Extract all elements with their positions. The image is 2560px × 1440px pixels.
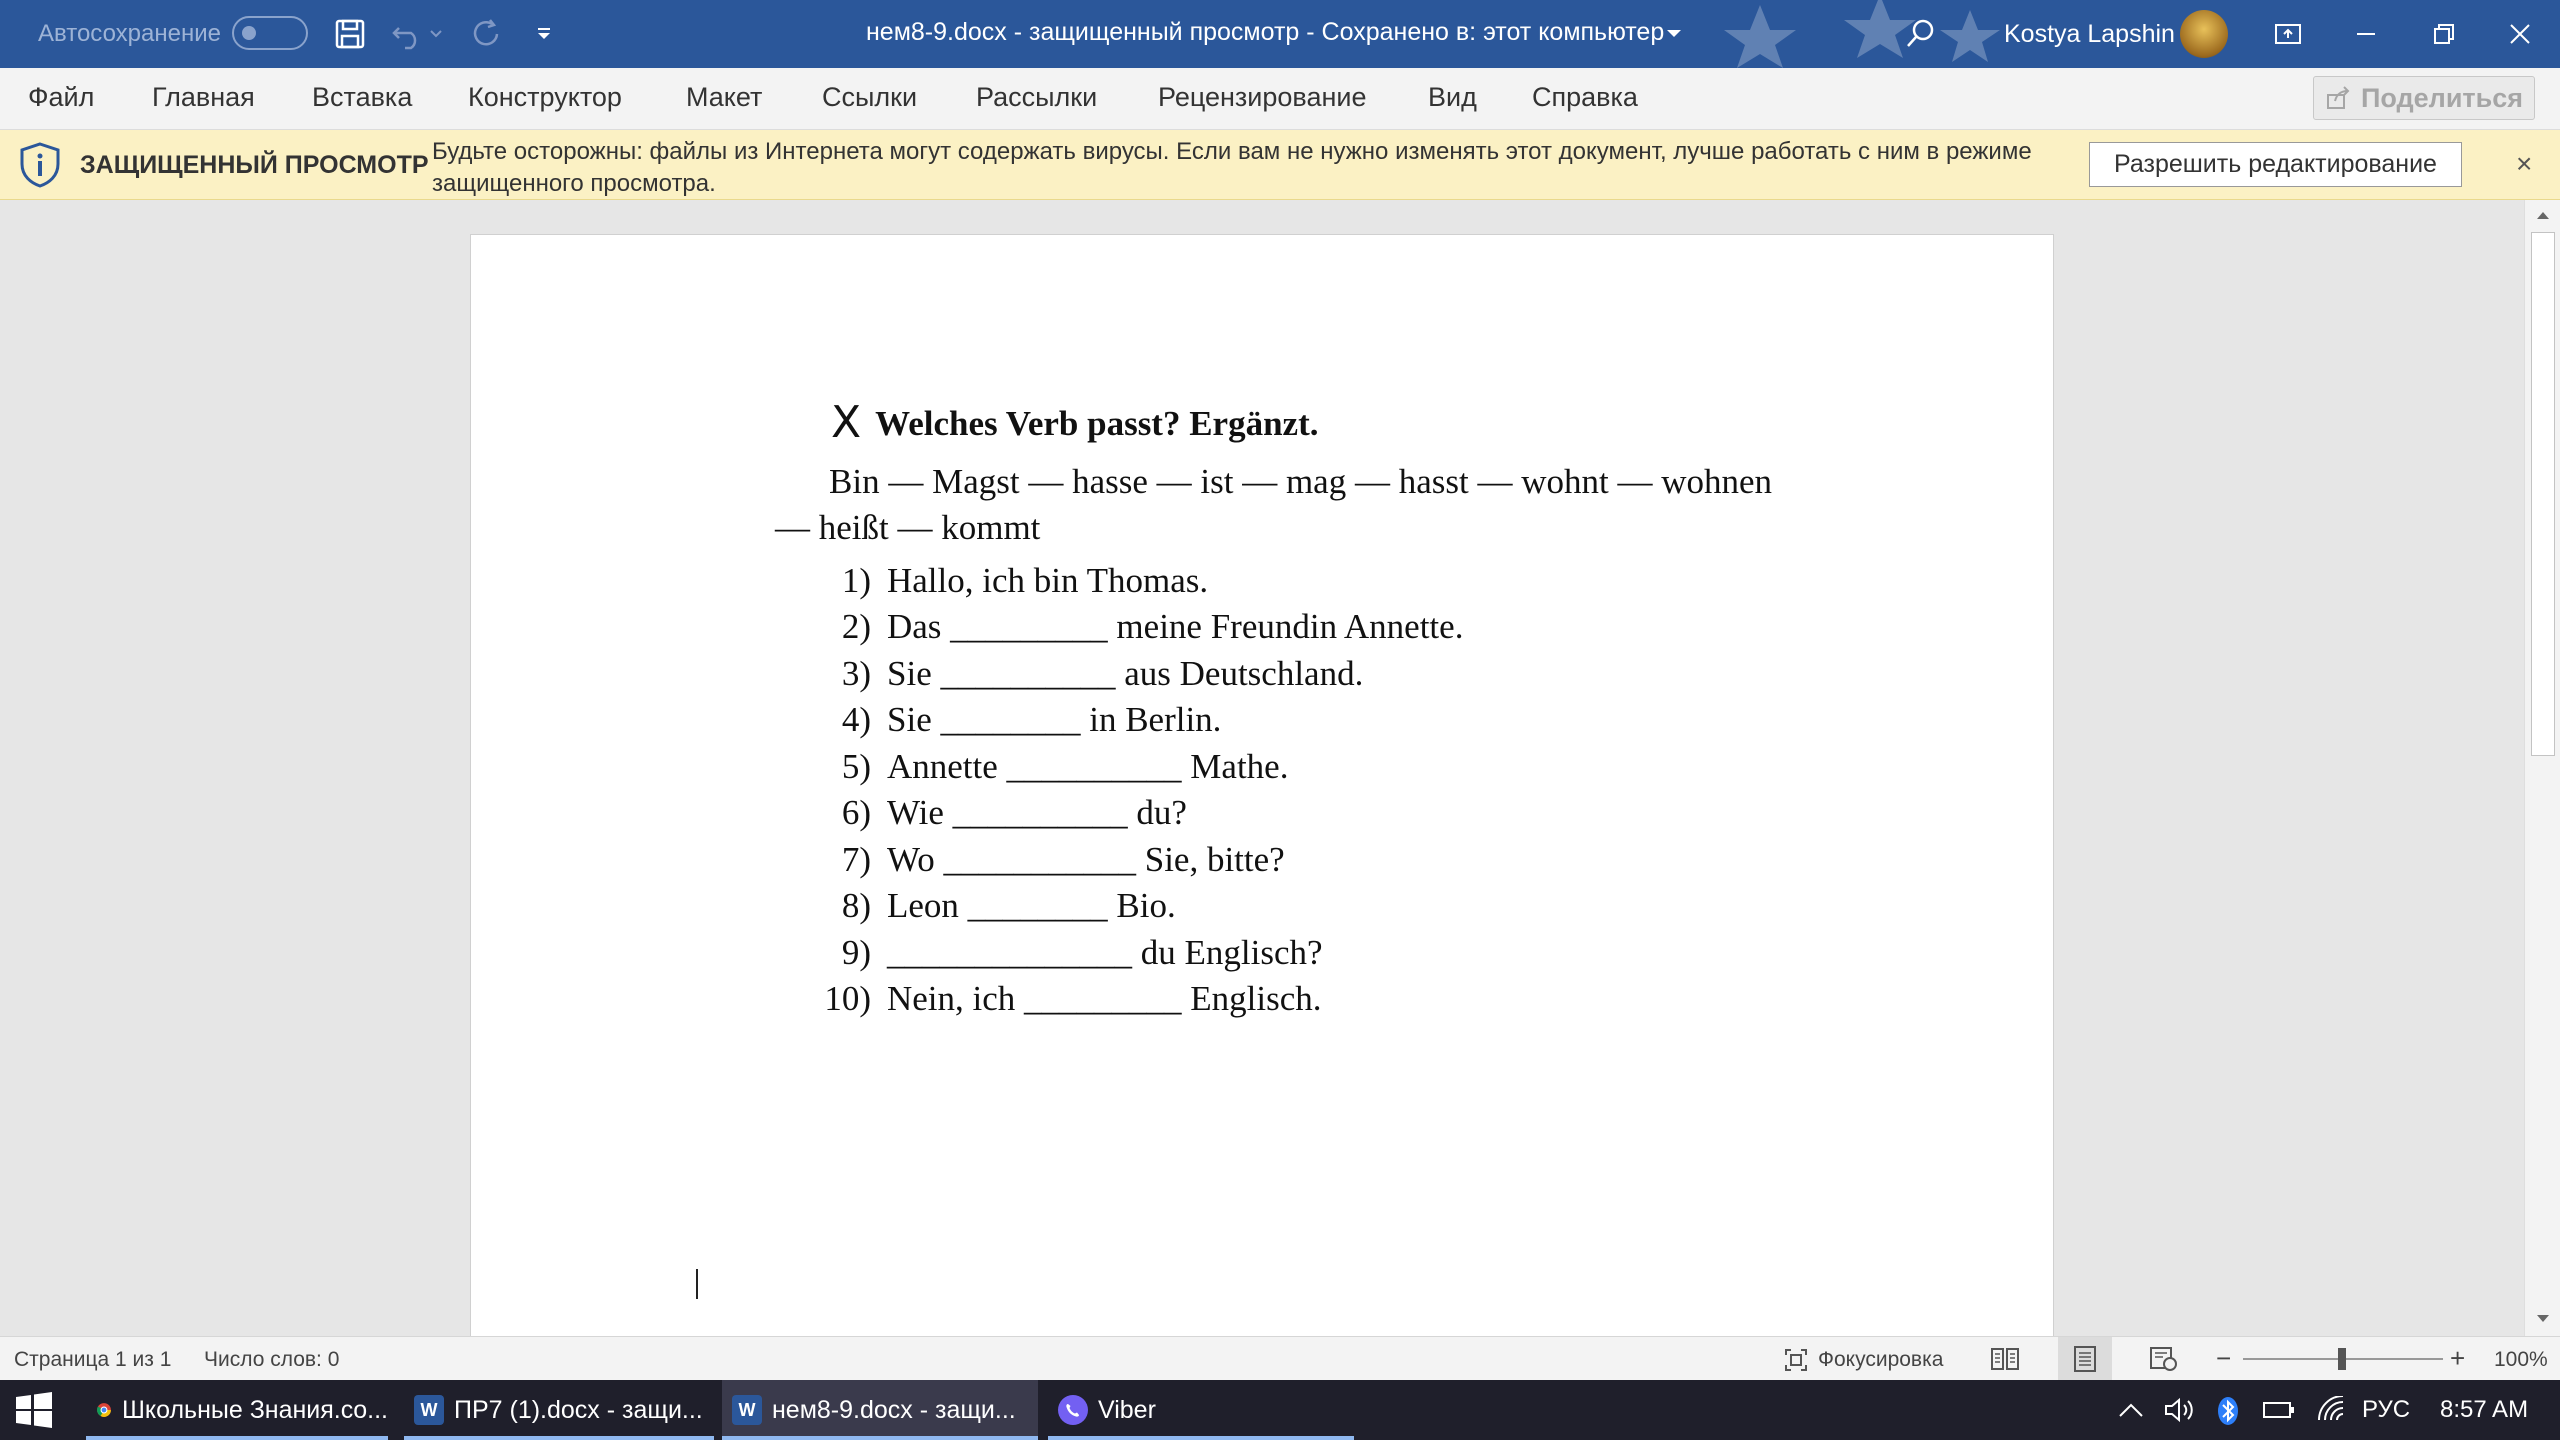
scroll-thumb[interactable] xyxy=(2531,232,2555,756)
menu-bar: Файл Главная Вставка Конструктор Макет С… xyxy=(0,68,2560,130)
exercise-marker: X xyxy=(831,397,862,448)
menu-insert[interactable]: Вставка xyxy=(312,82,412,113)
ribbon-display-icon[interactable] xyxy=(2268,14,2308,54)
print-layout-button[interactable] xyxy=(2058,1337,2112,1381)
close-window-icon[interactable] xyxy=(2500,14,2540,54)
wifi-icon[interactable] xyxy=(2314,1396,2348,1424)
search-icon[interactable] xyxy=(1900,14,1940,54)
list-item: 8) Leon ________ Bio. xyxy=(841,886,1176,925)
menu-review[interactable]: Рецензирование xyxy=(1158,82,1367,113)
exercise-title: Welches Verb passt? Ergänzt. xyxy=(875,404,1319,443)
bluetooth-icon[interactable] xyxy=(2216,1396,2240,1426)
taskbar-app-label: Viber xyxy=(1098,1395,1156,1424)
taskbar-app-chrome[interactable]: Школьные Знания.co... xyxy=(86,1380,388,1440)
autosave-toggle[interactable] xyxy=(232,16,308,50)
protected-view-label: ЗАЩИЩЕННЫЙ ПРОСМОТР xyxy=(80,151,429,179)
undo-dropdown-icon[interactable] xyxy=(424,14,448,54)
list-item: 7) Wo ___________ Sie, bitte? xyxy=(841,840,1285,879)
list-item: 4) Sie ________ in Berlin. xyxy=(841,700,1222,739)
status-bar: Страница 1 из 1 Число слов: 0 Фокусировк… xyxy=(0,1336,2560,1381)
autosave-label: Автосохранение xyxy=(38,20,221,47)
save-icon[interactable] xyxy=(330,14,370,54)
restore-icon[interactable] xyxy=(2424,14,2464,54)
read-mode-icon[interactable] xyxy=(1990,1346,2020,1372)
user-name[interactable]: Kostya Lapshin xyxy=(2004,20,2175,49)
protected-view-bar: ЗАЩИЩЕННЫЙ ПРОСМОТР Будьте осторожны: фа… xyxy=(0,130,2560,200)
title-bar: Автосохранение нем8-9.docx - защищенный … xyxy=(0,0,2560,68)
menu-view[interactable]: Вид xyxy=(1428,82,1477,113)
list-item: 3) Sie __________ aus Deutschland. xyxy=(841,654,1364,693)
menu-file[interactable]: Файл xyxy=(28,82,94,113)
menu-home[interactable]: Главная xyxy=(152,82,255,113)
vertical-scrollbar[interactable] xyxy=(2524,200,2560,1336)
zoom-out-icon[interactable]: − xyxy=(2216,1343,2231,1374)
web-layout-icon[interactable] xyxy=(2148,1345,2178,1373)
share-button[interactable]: Поделиться xyxy=(2313,76,2535,120)
chrome-icon xyxy=(97,1403,111,1417)
zoom-slider-thumb[interactable] xyxy=(2338,1348,2346,1370)
focus-icon xyxy=(1785,1349,1807,1371)
zoom-level[interactable]: 100% xyxy=(2494,1348,2548,1372)
clock-time[interactable]: 8:57 AM xyxy=(2440,1396,2528,1424)
enable-editing-button[interactable]: Разрешить редактирование xyxy=(2089,142,2462,187)
chevron-up-icon[interactable] xyxy=(2116,1396,2146,1424)
menu-references[interactable]: Ссылки xyxy=(822,82,917,113)
word-bank: Bin — Magst — hasse — ist — mag — hasst … xyxy=(775,462,1773,547)
menu-layout[interactable]: Макет xyxy=(686,82,762,113)
avatar[interactable] xyxy=(2180,10,2228,58)
text-cursor xyxy=(696,1269,698,1299)
scroll-down-icon[interactable] xyxy=(2525,1304,2560,1334)
document-area[interactable]: X Welches Verb passt? Ergänzt. Bin — Mags… xyxy=(0,200,2524,1336)
list-item: 1) Hallo, ich bin Thomas. xyxy=(841,561,1209,600)
customize-toolbar-icon[interactable] xyxy=(524,14,564,54)
title-dropdown-icon[interactable] xyxy=(1664,14,1684,54)
list-item: 2) Das _________ meine Freundin Annette. xyxy=(841,607,1464,646)
taskbar: Школьные Знания.co... W ПР7 (1).docx - з… xyxy=(0,1380,2560,1440)
volume-icon[interactable] xyxy=(2162,1396,2198,1424)
taskbar-app-label: нем8-9.docx - защи... xyxy=(772,1395,1016,1424)
protected-view-message: Будьте осторожны: файлы из Интернета мог… xyxy=(432,138,2032,197)
menu-design[interactable]: Конструктор xyxy=(468,82,622,113)
share-icon xyxy=(2326,86,2350,109)
windows-start-icon[interactable] xyxy=(14,1392,54,1428)
word-count[interactable]: Число слов: 0 xyxy=(204,1348,339,1372)
battery-icon[interactable] xyxy=(2262,1396,2296,1424)
exercise-heading: X Welches Verb passt? Ergänzt. xyxy=(831,395,1319,448)
keyboard-language[interactable]: РУС xyxy=(2362,1396,2410,1424)
undo-icon[interactable] xyxy=(388,14,428,54)
taskbar-app-word-nem8[interactable]: W нем8-9.docx - защи... xyxy=(722,1380,1038,1440)
page-indicator[interactable]: Страница 1 из 1 xyxy=(14,1348,171,1372)
word-icon: W xyxy=(732,1395,762,1425)
list-item: 6) Wie __________ du? xyxy=(841,793,1187,832)
taskbar-app-word-pr7[interactable]: W ПР7 (1).docx - защи... xyxy=(404,1380,714,1440)
document-title[interactable]: нем8-9.docx - защищенный просмотр - Сохр… xyxy=(866,18,1664,47)
close-icon[interactable]: × xyxy=(2516,148,2542,179)
scroll-up-icon[interactable] xyxy=(2525,200,2560,230)
zoom-in-icon[interactable]: + xyxy=(2450,1343,2465,1374)
document-page[interactable]: X Welches Verb passt? Ergänzt. Bin — Mags… xyxy=(470,234,2054,1336)
print-layout-icon xyxy=(2074,1346,2096,1372)
menu-mailings[interactable]: Рассылки xyxy=(976,82,1097,113)
viber-icon xyxy=(1058,1395,1088,1425)
menu-help[interactable]: Справка xyxy=(1532,82,1638,113)
taskbar-app-label: ПР7 (1).docx - защи... xyxy=(454,1395,703,1424)
share-label: Поделиться xyxy=(2360,82,2524,113)
list-item: 10) Nein, ich _________ Englisch. xyxy=(824,979,1322,1018)
list-item: 5) Annette __________ Mathe. xyxy=(841,747,1289,786)
list-item: 9) ______________ du Englisch? xyxy=(841,933,1323,972)
shield-info-icon xyxy=(20,142,60,188)
taskbar-app-label: Школьные Знания.co... xyxy=(121,1395,388,1424)
taskbar-app-viber[interactable]: Viber xyxy=(1048,1380,1354,1440)
focus-mode[interactable]: Фокусировка xyxy=(1818,1348,1943,1372)
decorative-stars xyxy=(1724,0,2000,68)
minimize-icon[interactable] xyxy=(2346,14,2386,54)
word-icon: W xyxy=(414,1395,444,1425)
redo-icon[interactable] xyxy=(466,14,506,54)
